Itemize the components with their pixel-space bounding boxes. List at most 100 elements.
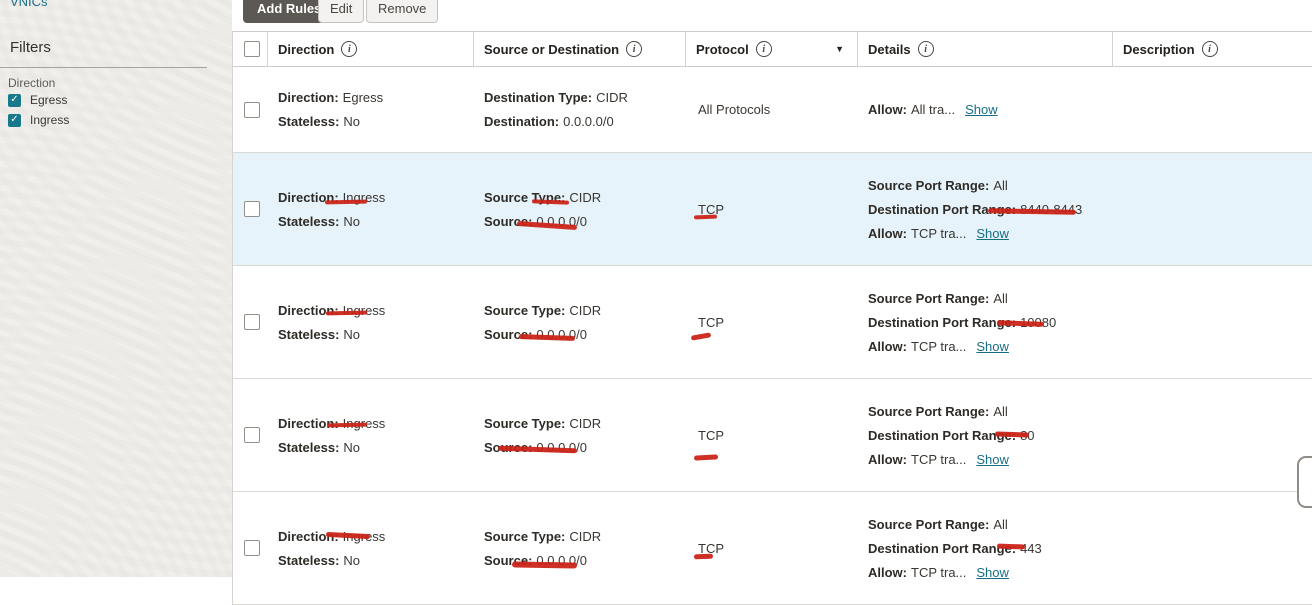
- allow-label: Allow:: [868, 102, 907, 117]
- source-type-label: Source Type:: [484, 416, 565, 431]
- dest-port-label: Destination Port Range:: [868, 428, 1016, 443]
- table-row: Direction:Egress Stateless:No Destinatio…: [233, 67, 1312, 153]
- description-cell: [1113, 153, 1312, 265]
- allow-label: Allow:: [868, 339, 907, 354]
- source-label: Source:: [484, 440, 532, 455]
- stateless-value: No: [343, 327, 360, 342]
- source-value: 0.0.0.0/0: [536, 553, 587, 568]
- destination-type-label: Destination Type:: [484, 90, 592, 105]
- header-source-or-destination: Source or Destination i: [474, 32, 686, 66]
- show-link[interactable]: Show: [976, 339, 1009, 354]
- details-cell: Source Port Range:All Destination Port R…: [858, 379, 1113, 491]
- remove-button[interactable]: Remove: [366, 0, 438, 23]
- select-all-checkbox[interactable]: [244, 41, 260, 57]
- allow-value: TCP tra...: [911, 452, 966, 467]
- allow-value: TCP tra...: [911, 565, 966, 580]
- table-row: Direction:Ingress Stateless:No Source Ty…: [233, 153, 1312, 266]
- description-cell: [1113, 379, 1312, 491]
- source-type-label: Source Type:: [484, 529, 565, 544]
- chevron-down-icon[interactable]: ▼: [835, 44, 844, 54]
- source-port-label: Source Port Range:: [868, 517, 989, 532]
- header-description: Description i: [1113, 32, 1312, 66]
- stateless-label: Stateless:: [278, 114, 339, 129]
- filter-egress-label: Egress: [30, 93, 67, 107]
- source-destination-cell: Source Type:CIDR Source:0.0.0.0/0: [474, 266, 686, 378]
- row-checkbox[interactable]: [244, 314, 260, 330]
- row-checkbox[interactable]: [244, 201, 260, 217]
- description-cell: [1113, 492, 1312, 604]
- direction-value: Ingress: [343, 190, 386, 205]
- source-port-label: Source Port Range:: [868, 404, 989, 419]
- source-port-value: All: [993, 517, 1007, 532]
- dest-port-value: 80: [1020, 428, 1034, 443]
- direction-value: Egress: [343, 90, 383, 105]
- info-icon[interactable]: i: [1202, 41, 1218, 57]
- info-icon[interactable]: i: [341, 41, 357, 57]
- checkbox-checked-icon[interactable]: ✓: [8, 94, 21, 107]
- source-type-value: CIDR: [569, 529, 601, 544]
- edit-button[interactable]: Edit: [318, 0, 364, 23]
- row-checkbox[interactable]: [244, 540, 260, 556]
- source-type-label: Source Type:: [484, 190, 565, 205]
- table-row: Direction:Ingress Stateless:No Source Ty…: [233, 379, 1312, 492]
- dest-port-label: Destination Port Range:: [868, 315, 1016, 330]
- source-port-label: Source Port Range:: [868, 178, 989, 193]
- destination-type-value: CIDR: [596, 90, 628, 105]
- details-cell: Source Port Range:All Destination Port R…: [858, 266, 1113, 378]
- source-label: Source:: [484, 214, 532, 229]
- destination-label: Destination:: [484, 114, 559, 129]
- filter-checkbox-egress[interactable]: ✓ Egress: [8, 93, 67, 107]
- filter-checkbox-ingress[interactable]: ✓ Ingress: [8, 113, 69, 127]
- info-icon[interactable]: i: [756, 41, 772, 57]
- stateless-value: No: [343, 114, 360, 129]
- row-checkbox-cell: [233, 492, 268, 604]
- source-destination-cell: Source Type: CIDR Source: 0.0.0.0/0: [474, 379, 686, 491]
- allow-value: All tra...: [911, 102, 955, 117]
- show-link[interactable]: Show: [976, 565, 1009, 580]
- show-link[interactable]: Show: [976, 226, 1009, 241]
- details-cell: Source Port Range: All Destination Port R…: [858, 492, 1113, 604]
- sidebar-item-vnics[interactable]: VNICs: [10, 0, 48, 9]
- dest-port-label: Destination Port Range:: [868, 541, 1016, 556]
- protocol-cell: All Protocols: [686, 67, 858, 152]
- source-label: Source:: [484, 327, 532, 342]
- dest-port-value: 10080: [1020, 315, 1056, 330]
- protocol-cell: TCP: [686, 492, 858, 604]
- direction-cell: Direction:Ingress Stateless:No: [268, 266, 474, 378]
- protocol-cell: TCP: [686, 379, 858, 491]
- details-cell: Source Port Range:All Destination Port R…: [858, 153, 1113, 265]
- source-type-label: Source Type:: [484, 303, 565, 318]
- direction-value: Ingress: [343, 416, 386, 431]
- row-checkbox[interactable]: [244, 427, 260, 443]
- info-icon[interactable]: i: [626, 41, 642, 57]
- stateless-label: Stateless:: [278, 214, 339, 229]
- dest-port-value: 8440-8443: [1020, 202, 1082, 217]
- row-checkbox-cell: [233, 153, 268, 265]
- source-value: 0.0.0.0/0: [536, 440, 587, 455]
- protocol-cell: TCP: [686, 153, 858, 265]
- source-destination-cell: Source Type:CIDR Source:0.0.0.0/0: [474, 153, 686, 265]
- source-port-value: All: [993, 291, 1007, 306]
- direction-label: Direction:: [278, 303, 339, 318]
- row-checkbox-cell: [233, 379, 268, 491]
- show-link[interactable]: Show: [965, 102, 998, 117]
- header-protocol: Protocol i ▼: [686, 32, 858, 66]
- protocol-value: All Protocols: [698, 102, 770, 117]
- direction-cell: Direction:Ingress Stateless:No: [268, 153, 474, 265]
- protocol-value: TCP: [698, 541, 724, 556]
- direction-label: Direction:: [278, 416, 339, 431]
- protocol-value: TCP: [698, 202, 724, 217]
- destination-value: 0.0.0.0/0: [563, 114, 614, 129]
- filters-divider: [0, 67, 207, 68]
- dest-port-label: Destination Port Range:: [868, 202, 1016, 217]
- protocol-cell: TCP: [686, 266, 858, 378]
- stateless-value: No: [343, 553, 360, 568]
- info-icon[interactable]: i: [918, 41, 934, 57]
- checkbox-checked-icon[interactable]: ✓: [8, 114, 21, 127]
- direction-cell: Direction:Egress Stateless:No: [268, 67, 474, 152]
- floating-widget[interactable]: [1297, 456, 1312, 508]
- header-direction: Direction i: [268, 32, 474, 66]
- source-type-value: CIDR: [569, 416, 601, 431]
- show-link[interactable]: Show: [976, 452, 1009, 467]
- row-checkbox[interactable]: [244, 102, 260, 118]
